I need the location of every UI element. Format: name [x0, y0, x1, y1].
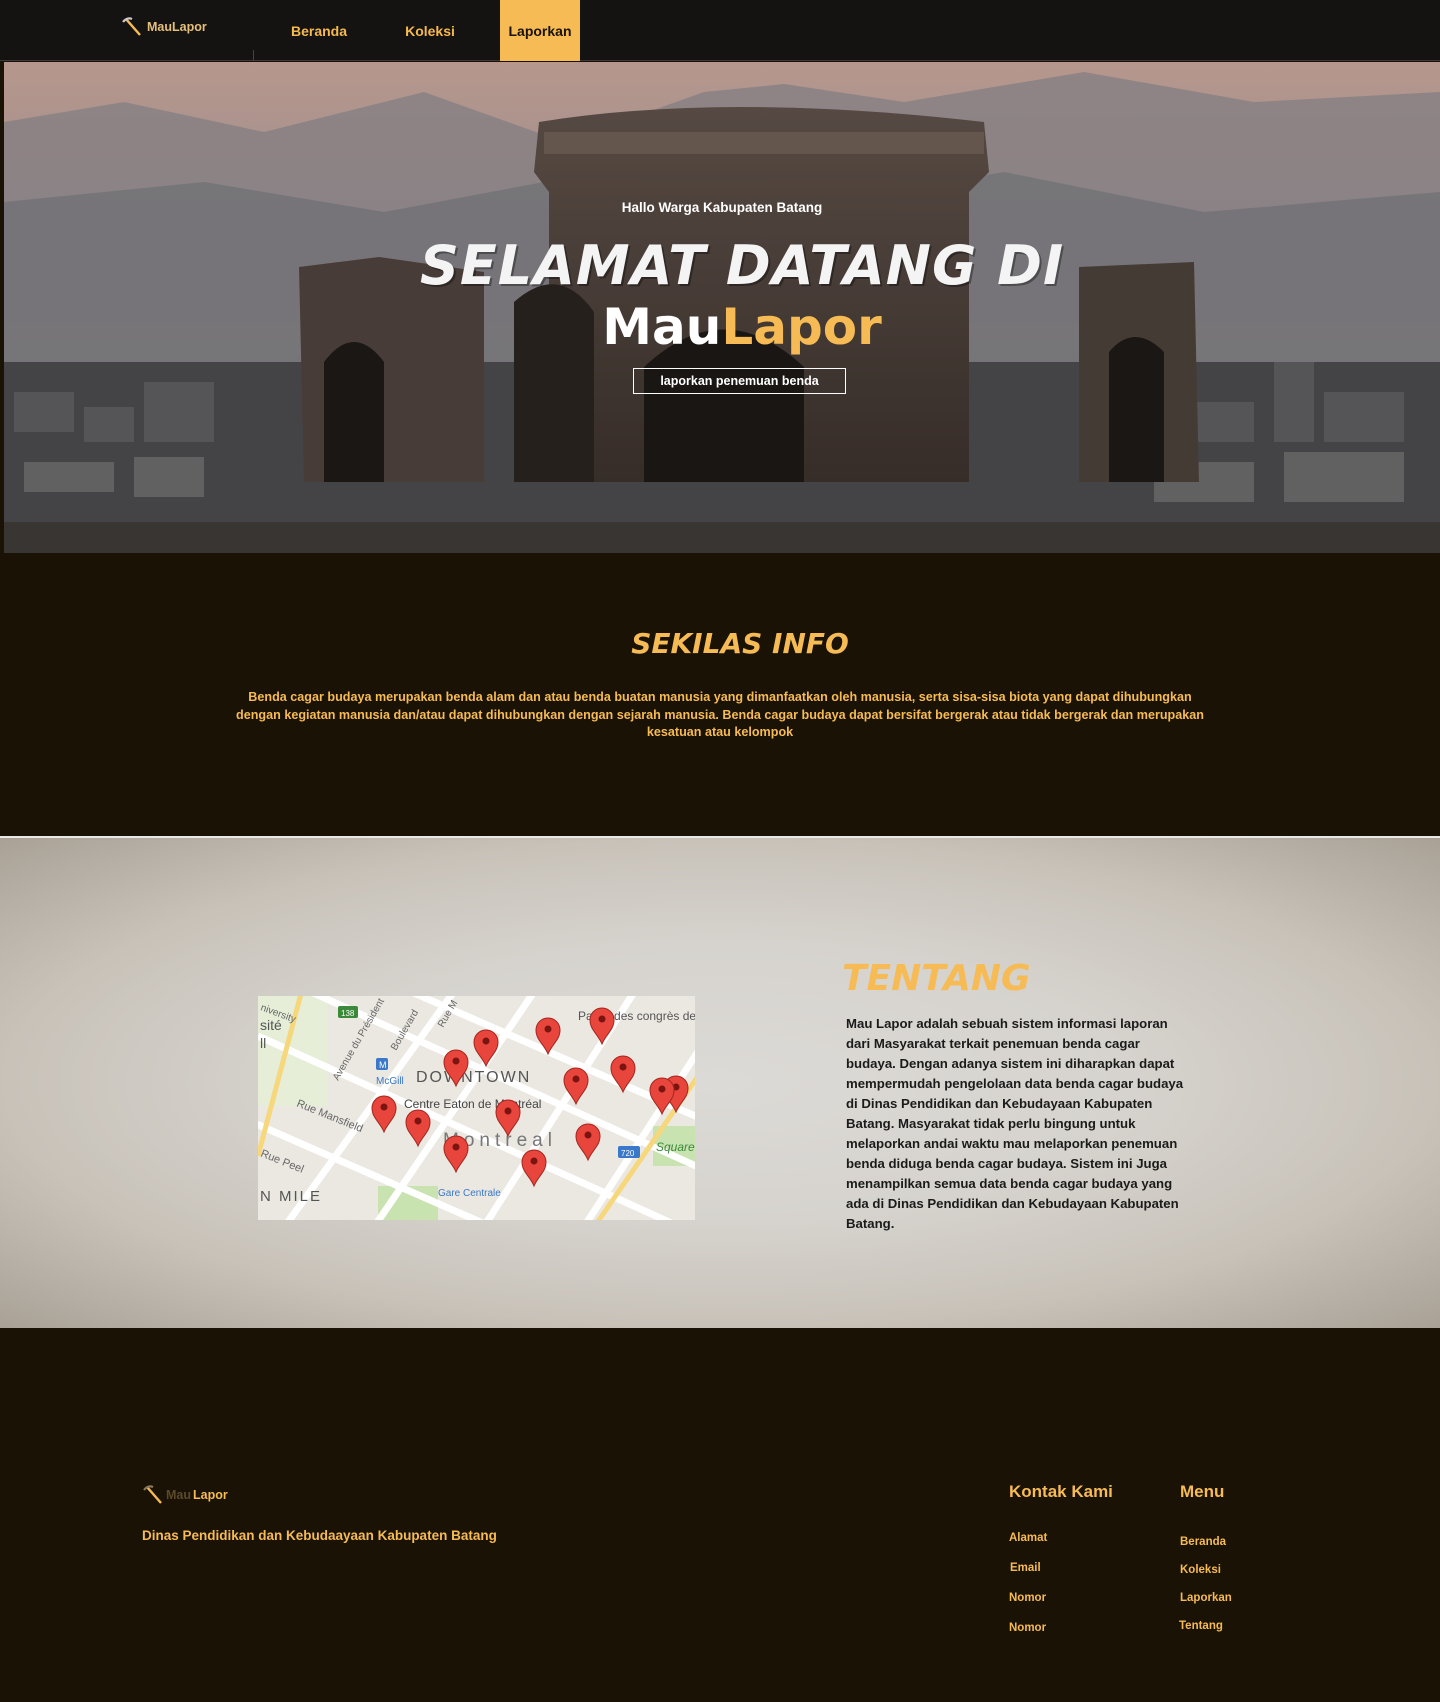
- nav-brand-text: MauLapor: [147, 20, 207, 34]
- map-label-site: sité: [260, 1017, 282, 1033]
- map-label-metro: M: [379, 1060, 387, 1070]
- footer-menu-laporkan[interactable]: Laporkan: [1180, 1592, 1232, 1604]
- map-image: 138 720 DOWNTOWN Montreal Centre Eaton d…: [258, 996, 695, 1220]
- footer-contact-nomor-2[interactable]: Nomor: [1009, 1622, 1046, 1634]
- map-label-square: Square Victor: [656, 1140, 695, 1154]
- hero-brand-part1: Mau: [602, 298, 722, 356]
- pickaxe-icon: [122, 17, 141, 36]
- footer-menu-tentang[interactable]: Tentang: [1179, 1620, 1223, 1632]
- hero-title: SELAMAT DATANG DI: [419, 234, 1065, 297]
- map-label-centre-eaton: Centre Eaton de Montréal: [404, 1097, 541, 1111]
- hero-section: Hallo Warga Kabupaten Batang SELAMAT DAT…: [4, 62, 1440, 553]
- footer-organization: Dinas Pendidikan dan Kebudaayaan Kabupat…: [142, 1528, 497, 1543]
- map-label-route-720: 720: [621, 1149, 635, 1158]
- about-text: Mau Lapor adalah sebuah sistem informasi…: [846, 1016, 1184, 1231]
- report-finding-button[interactable]: laporkan penemuan benda: [633, 368, 846, 394]
- hero-brand-part2: Lapor: [721, 298, 882, 356]
- map-label-route-138: 138: [341, 1009, 355, 1018]
- hero-brand: MauLapor: [4, 298, 1440, 356]
- footer-contact-email[interactable]: Email: [1010, 1562, 1041, 1574]
- nav-item-laporkan[interactable]: Laporkan: [500, 0, 580, 61]
- map-label-mcgill: McGill: [376, 1076, 404, 1087]
- footer: Mau Lapor Dinas Pendidikan dan Kebudaayaa…: [0, 1328, 1440, 1702]
- nav-divider: [253, 50, 254, 61]
- footer-menu-koleksi[interactable]: Koleksi: [1180, 1564, 1221, 1576]
- info-title: SEKILAS INFO: [631, 627, 849, 660]
- footer-brand-logo[interactable]: Mau Lapor: [142, 1484, 228, 1506]
- map-label-ll: ll: [260, 1035, 266, 1051]
- footer-menu-title: Menu: [1180, 1482, 1225, 1501]
- hero-subtitle: Hallo Warga Kabupaten Batang: [621, 200, 823, 215]
- map-label-n-mile: N MILE: [260, 1188, 322, 1205]
- top-navbar: MauLapor Beranda Koleksi Laporkan: [0, 0, 1440, 61]
- nav-item-beranda[interactable]: Beranda: [276, 0, 362, 61]
- footer-brand-part2: Lapor: [193, 1488, 228, 1502]
- info-section: SEKILAS INFO Benda cagar budaya merupaka…: [0, 553, 1440, 836]
- map-label-downtown: DOWNTOWN: [416, 1069, 531, 1086]
- footer-brand-part1: Mau: [166, 1488, 191, 1502]
- info-text: Benda cagar budaya merupakan benda alam …: [236, 690, 1204, 739]
- footer-menu-beranda[interactable]: Beranda: [1180, 1536, 1226, 1548]
- about-title: TENTANG: [842, 958, 1031, 999]
- nav-item-koleksi[interactable]: Koleksi: [392, 0, 468, 61]
- map-label-gare-centrale: Gare Centrale: [438, 1188, 501, 1199]
- footer-contact-title: Kontak Kami: [1009, 1482, 1113, 1501]
- nav-brand-logo[interactable]: MauLapor: [121, 16, 207, 38]
- location-map[interactable]: 138 720 DOWNTOWN Montreal Centre Eaton d…: [258, 996, 695, 1220]
- footer-contact-alamat[interactable]: Alamat: [1009, 1532, 1047, 1544]
- about-section: 138 720 DOWNTOWN Montreal Centre Eaton d…: [0, 838, 1440, 1328]
- pickaxe-icon: [143, 1485, 162, 1504]
- footer-contact-nomor[interactable]: Nomor: [1009, 1592, 1046, 1604]
